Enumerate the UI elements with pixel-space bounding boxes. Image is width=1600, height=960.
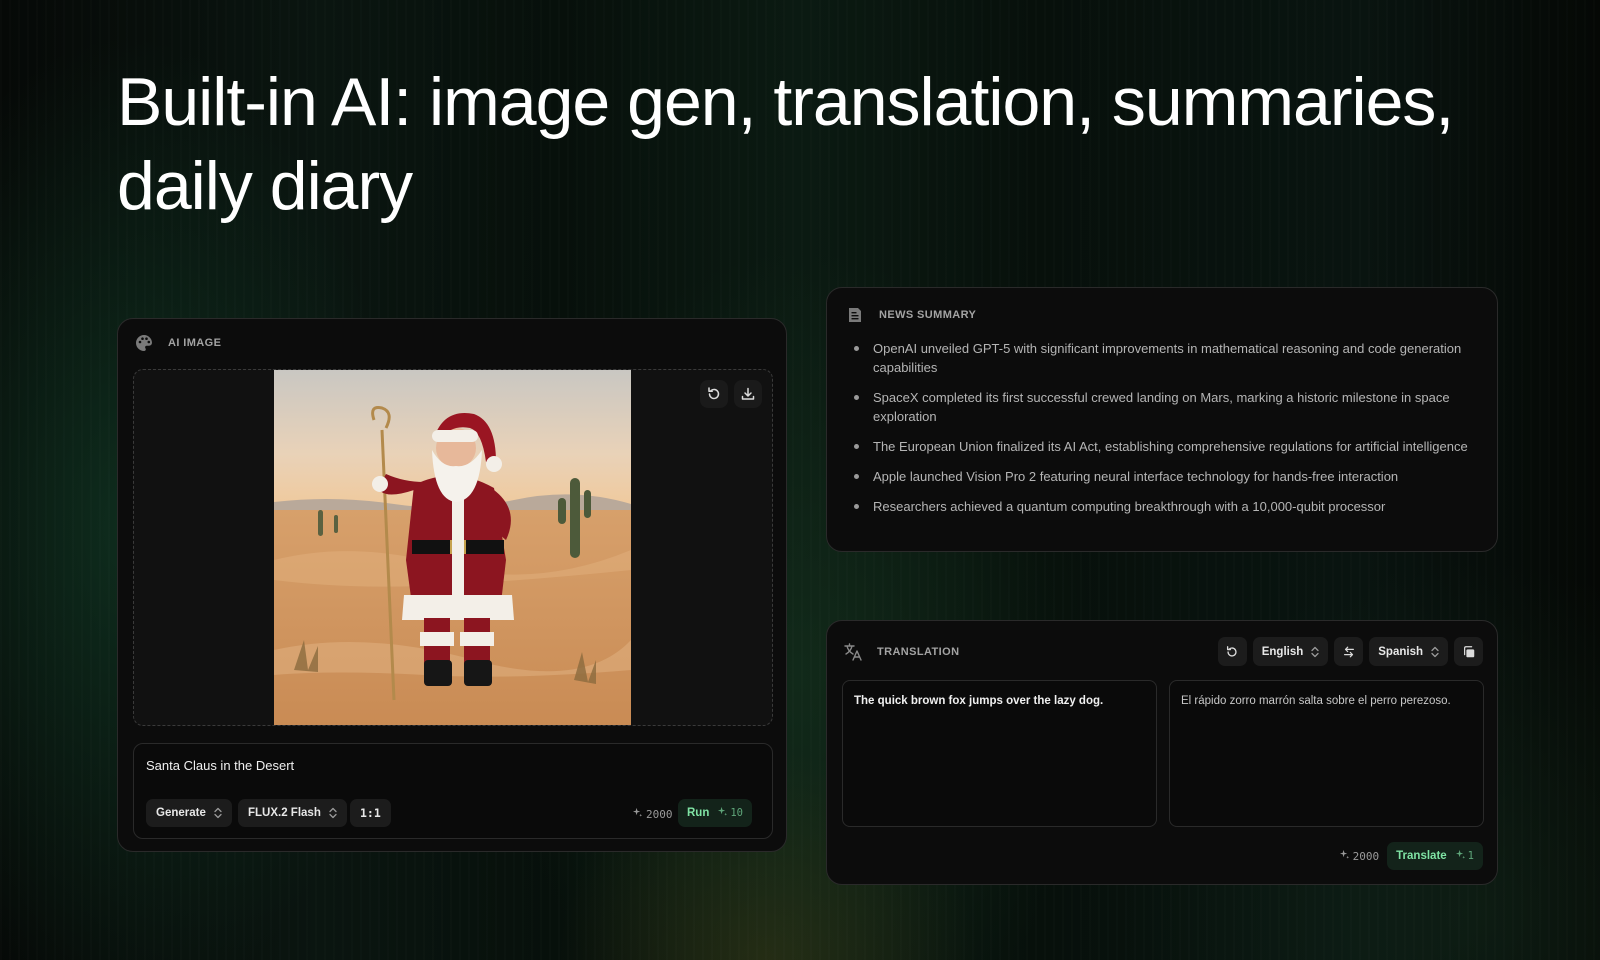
list-item: SpaceX completed its first successful cr… — [849, 388, 1479, 426]
palette-icon — [134, 333, 154, 353]
run-button-label: Run — [687, 807, 710, 819]
sparkle-icon — [717, 806, 728, 820]
news-list: OpenAI unveiled GPT-5 with significant i… — [849, 339, 1479, 527]
list-item: Apple launched Vision Pro 2 featuring ne… — [849, 467, 1479, 486]
news-summary-title: NEWS SUMMARY — [879, 309, 977, 321]
run-button[interactable]: Run 10 — [678, 799, 753, 827]
translate-button-label: Translate — [1396, 850, 1447, 862]
chevron-updown-icon — [214, 807, 222, 819]
mode-select[interactable]: Generate — [146, 799, 232, 827]
list-item: Researchers achieved a quantum computing… — [849, 497, 1479, 516]
sparkle-icon — [1339, 849, 1350, 863]
chevron-updown-icon — [329, 807, 337, 819]
run-cost-value: 10 — [730, 807, 744, 819]
translate-cost-value: 1 — [1467, 850, 1474, 862]
ai-image-card: AI IMAGE Santa Claus in the Desert Gener… — [117, 318, 787, 852]
translation-controls: English Spanish — [1217, 637, 1483, 666]
credits-balance: 2000 — [1339, 849, 1380, 863]
source-language-select[interactable]: English — [1252, 637, 1329, 666]
image-canvas — [133, 369, 773, 726]
credits-value: 2000 — [646, 807, 673, 821]
run-cost: 10 — [717, 806, 743, 820]
translate-button[interactable]: Translate 1 — [1387, 842, 1483, 870]
aspect-ratio-select[interactable]: 1:1 — [350, 799, 391, 827]
mode-select-label: Generate — [156, 807, 206, 819]
translation-card: TRANSLATION English Spanish The quick br… — [826, 620, 1498, 885]
generated-image[interactable] — [274, 370, 631, 726]
translation-header: TRANSLATION — [843, 640, 959, 664]
model-select[interactable]: FLUX.2 Flash — [238, 799, 347, 827]
model-select-label: FLUX.2 Flash — [248, 807, 321, 819]
download-icon[interactable] — [734, 380, 762, 408]
translation-footer: 2000 Translate 1 — [1339, 842, 1483, 870]
list-item: OpenAI unveiled GPT-5 with significant i… — [849, 339, 1479, 377]
news-summary-card: NEWS SUMMARY OpenAI unveiled GPT-5 with … — [826, 287, 1498, 552]
translate-icon — [843, 642, 863, 662]
target-language-label: Spanish — [1378, 645, 1423, 658]
ai-image-title: AI IMAGE — [168, 337, 222, 349]
refresh-icon[interactable] — [700, 380, 728, 408]
news-summary-header: NEWS SUMMARY — [845, 303, 976, 327]
translate-cost: 1 — [1455, 849, 1474, 863]
refresh-icon[interactable] — [1217, 637, 1247, 666]
aspect-ratio-label: 1:1 — [360, 806, 381, 820]
list-item: The European Union finalized its AI Act,… — [849, 437, 1479, 456]
image-actions — [700, 380, 762, 408]
translation-title: TRANSLATION — [877, 646, 960, 658]
sparkle-icon — [632, 807, 643, 821]
newspaper-icon — [845, 305, 865, 325]
chevron-updown-icon — [1311, 646, 1319, 658]
sparkle-icon — [1455, 849, 1466, 863]
target-language-select[interactable]: Spanish — [1369, 637, 1448, 666]
copy-icon[interactable] — [1454, 637, 1483, 666]
source-language-label: English — [1261, 645, 1304, 658]
credits-value: 2000 — [1352, 849, 1380, 863]
prompt-input[interactable]: Santa Claus in the Desert — [146, 758, 294, 773]
ai-image-header: AI IMAGE — [134, 331, 221, 355]
swap-languages-icon[interactable] — [1334, 637, 1364, 666]
source-text-input[interactable]: The quick brown fox jumps over the lazy … — [842, 680, 1157, 827]
page-headline: Built-in AI: image gen, translation, sum… — [117, 64, 1454, 224]
prompt-box[interactable]: Santa Claus in the Desert Generate FLUX.… — [133, 743, 773, 839]
chevron-updown-icon — [1431, 646, 1439, 658]
translated-text-output: El rápido zorro marrón salta sobre el pe… — [1169, 680, 1484, 827]
credits-balance: 2000 — [632, 807, 673, 821]
